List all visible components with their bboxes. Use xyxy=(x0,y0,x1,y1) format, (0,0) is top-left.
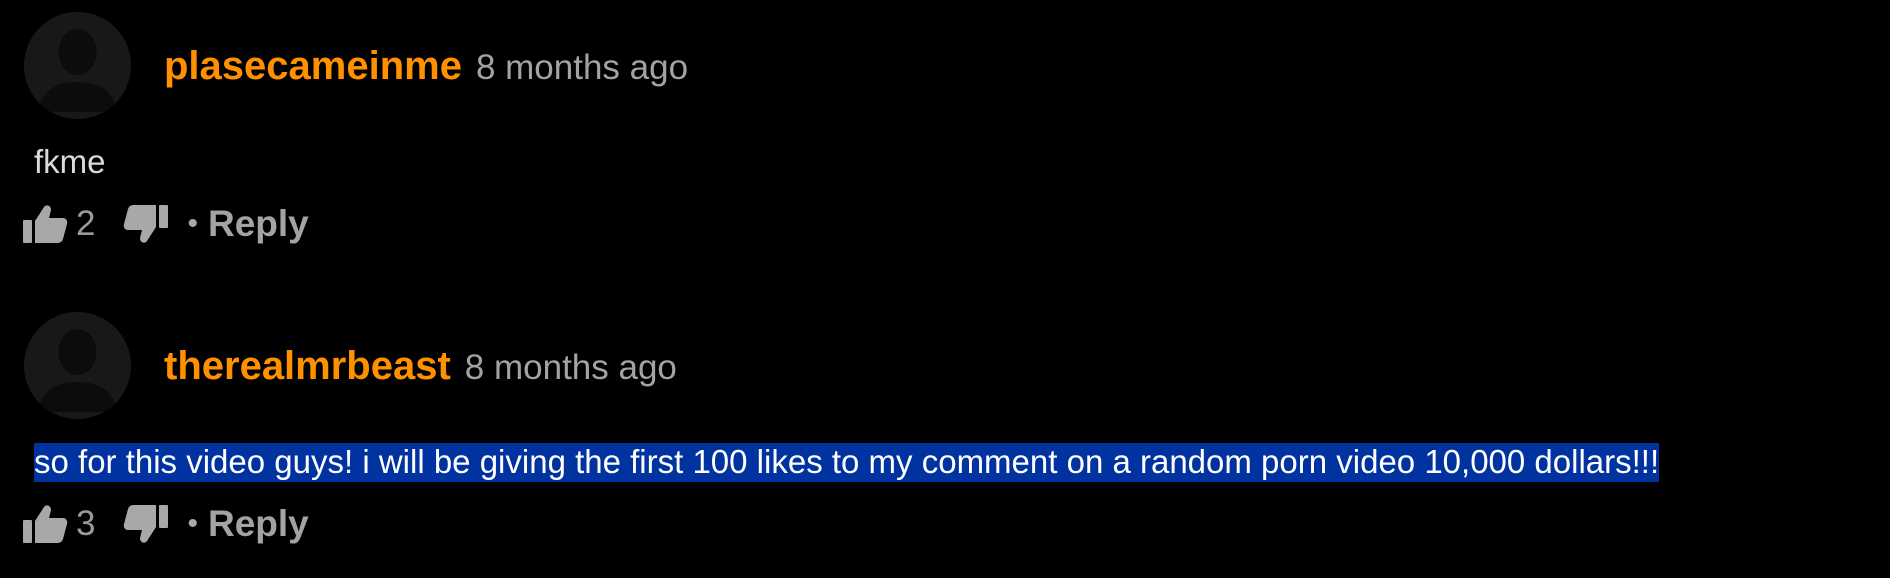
dislike-button[interactable] xyxy=(123,504,169,544)
default-user-avatar-icon xyxy=(24,12,131,119)
thumbs-up-icon xyxy=(23,205,68,243)
thumbs-down-icon xyxy=(124,205,169,243)
default-user-avatar-icon xyxy=(24,312,131,419)
like-button[interactable]: 3 xyxy=(22,504,95,544)
separator-bullet: • xyxy=(187,507,198,540)
comment-username[interactable]: plasecameinme xyxy=(164,41,462,91)
like-button[interactable]: 2 xyxy=(22,204,95,244)
comment-text: fkme xyxy=(34,139,106,185)
user-avatar[interactable] xyxy=(24,12,131,119)
like-count: 3 xyxy=(76,504,96,543)
like-count: 2 xyxy=(76,204,96,243)
comment-actions: 2 • Reply xyxy=(22,200,309,248)
comment-timestamp: 8 months ago xyxy=(475,48,689,87)
comment-header: plasecameinme 8 months ago xyxy=(164,41,688,91)
thumbs-up-icon xyxy=(23,505,68,543)
comment-text: so for this video guys! i will be giving… xyxy=(34,439,1660,485)
separator-bullet: • xyxy=(187,207,198,240)
reply-button[interactable]: Reply xyxy=(208,203,309,245)
thumbs-down-icon xyxy=(124,505,169,543)
comment-actions: 3 • Reply xyxy=(22,500,309,548)
comment-text-content: fkme xyxy=(34,143,106,180)
comment-text-content: so for this video guys! i will be giving… xyxy=(34,443,1660,482)
comment-header: therealmrbeast 8 months ago xyxy=(164,341,677,391)
comment-username[interactable]: therealmrbeast xyxy=(164,341,451,391)
user-avatar[interactable] xyxy=(24,312,131,419)
dislike-button[interactable] xyxy=(123,204,169,244)
reply-button[interactable]: Reply xyxy=(208,503,309,545)
comment-timestamp: 8 months ago xyxy=(464,348,677,387)
